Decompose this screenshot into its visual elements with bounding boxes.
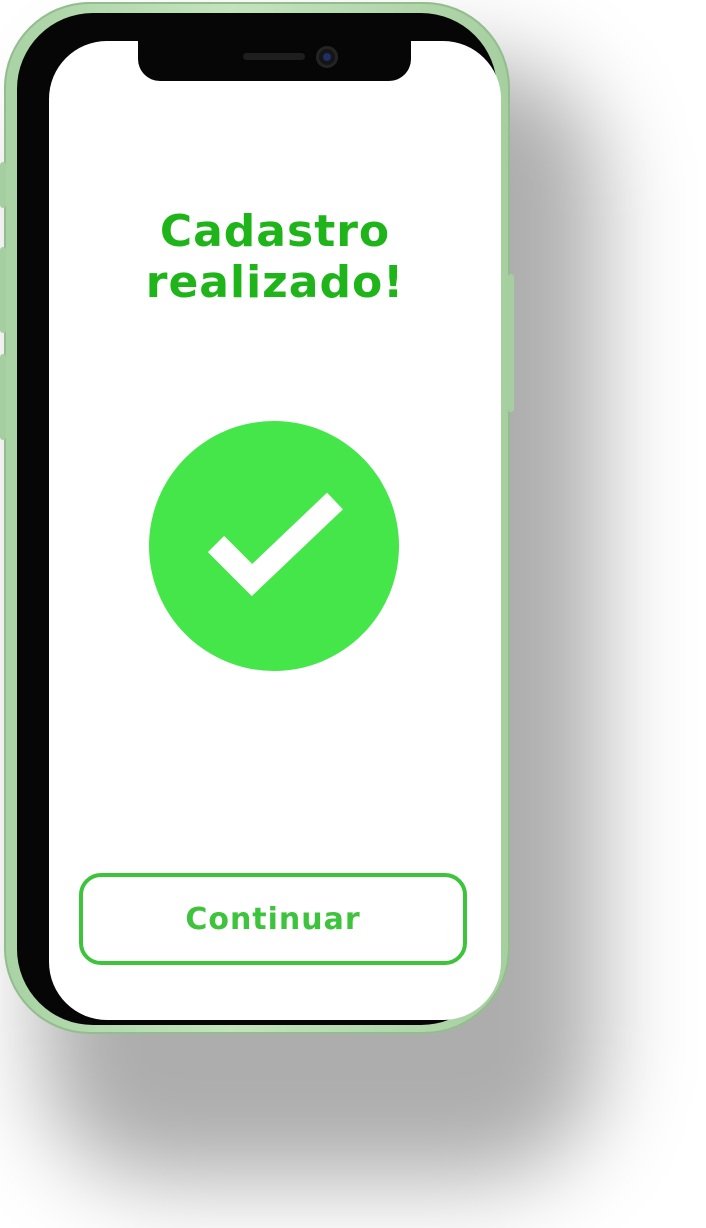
silent-switch xyxy=(0,162,6,208)
power-button xyxy=(508,274,514,412)
volume-down-button xyxy=(0,354,6,440)
speaker-grille-icon xyxy=(243,53,305,60)
title-line-2: realizado! xyxy=(145,257,405,308)
notch xyxy=(138,35,411,81)
page-title: Cadastro realizado! xyxy=(49,206,501,308)
front-camera-icon xyxy=(316,46,338,68)
checkmark-icon xyxy=(207,492,343,597)
volume-up-button xyxy=(0,247,6,333)
checkmark-circle-icon xyxy=(149,421,399,671)
mockup-stage: Cadastro realizado! Continuar xyxy=(0,0,706,1228)
phone-frame: Cadastro realizado! Continuar xyxy=(0,2,514,1034)
phone-screen: Cadastro realizado! Continuar xyxy=(49,41,501,1020)
title-line-1: Cadastro xyxy=(159,206,391,257)
phone-bezel: Cadastro realizado! Continuar xyxy=(17,13,501,1025)
continue-button[interactable]: Continuar xyxy=(79,873,467,965)
